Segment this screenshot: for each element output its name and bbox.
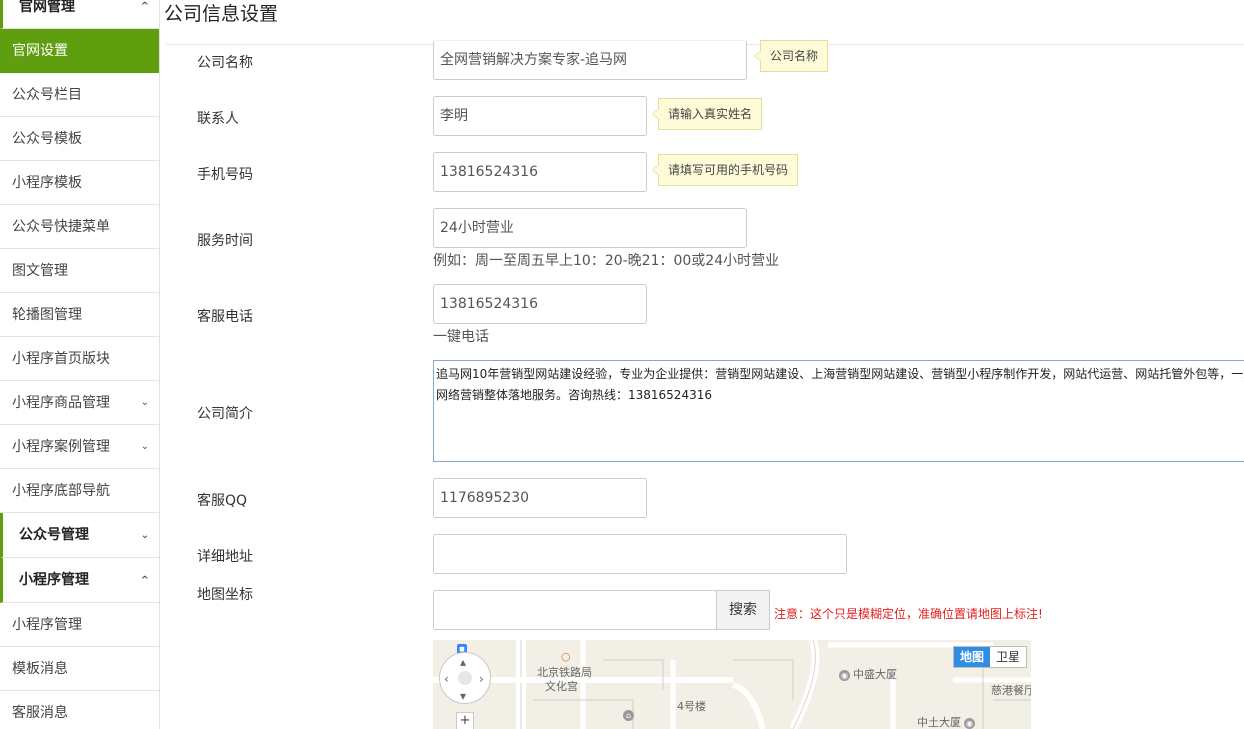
service-time-hint: 例如：周一至周五早上10：20-晚21：00或24小时营业 — [433, 253, 780, 269]
chevron-down-icon: ⌄ — [140, 530, 149, 541]
main-content: 公司信息设置 公司名称 全网营销解决方案专家-追马网 公司名称 联系人 李明 请… — [160, 0, 1244, 729]
sidebar-item-label: 客服消息 — [12, 705, 68, 721]
company-name-tip: 公司名称 — [753, 40, 829, 72]
sidebar-item-label: 小程序底部导航 — [12, 483, 110, 499]
map-note: 注意：这个只是模糊定位，准确位置请地图上标注! — [774, 607, 1043, 621]
address-label: 详细地址 — [197, 549, 253, 565]
home-icon: ⌂ — [623, 708, 637, 721]
service-phone-label: 客服电话 — [197, 309, 253, 325]
sidebar-group-label: 小程序管理 — [19, 572, 89, 588]
qq-label: 客服QQ — [197, 493, 248, 509]
map-label-zhongtu: 中土大厦 ◉ — [917, 714, 978, 729]
map-label-text: 中盛大厦 — [853, 668, 897, 681]
sidebar-item-label: 公众号快捷菜单 — [12, 219, 110, 235]
sidebar-item-official-columns[interactable]: 公众号栏目 — [0, 73, 159, 117]
map-center-icon — [458, 671, 472, 685]
sidebar-item-products[interactable]: 小程序商品管理 ⌄ — [0, 381, 159, 425]
contact-tip: 请输入真实姓名 — [651, 98, 763, 130]
map-label-restaurant: 慈港餐厅 — [991, 684, 1031, 697]
arrow-down-icon: ▾ — [460, 689, 467, 703]
sidebar-item-mini-templates[interactable]: 小程序模板 — [0, 161, 159, 205]
service-time-input[interactable]: 24小时营业 — [433, 208, 747, 248]
sidebar-item-label: 公众号模板 — [12, 131, 82, 147]
service-phone-input[interactable]: 13816524316 — [433, 284, 647, 324]
sidebar-item-official-templates[interactable]: 公众号模板 — [0, 117, 159, 161]
sidebar-group-website[interactable]: 官网管理 ^ — [0, 0, 159, 29]
intro-label: 公司简介 — [197, 406, 253, 422]
mobile-input[interactable]: 13816524316 — [433, 152, 647, 192]
map-label-culture-palace: 文化宫 — [545, 680, 578, 693]
sidebar-item-service-messages[interactable]: 客服消息 — [0, 691, 159, 729]
sidebar-item-mini-manage[interactable]: 小程序管理 — [0, 603, 159, 647]
arrow-left-icon: ‹ — [444, 672, 449, 686]
map-type-satellite-button[interactable]: 卫星 — [990, 647, 1026, 667]
mobile-tip: 请填写可用的手机号码 — [651, 154, 799, 186]
page-title: 公司信息设置 — [164, 3, 279, 25]
sidebar-item-label: 公众号栏目 — [12, 87, 82, 103]
sidebar-item-home-blocks[interactable]: 小程序首页版块 — [0, 337, 159, 381]
contact-input[interactable]: 李明 — [433, 96, 647, 136]
map-zoom-in-button[interactable]: + — [456, 712, 474, 729]
map-type-switch: 地图 卫星 — [952, 646, 1027, 668]
arrow-right-icon: › — [479, 672, 484, 686]
service-phone-hint: 一键电话 — [433, 329, 489, 345]
chevron-up-icon: ^ — [140, 575, 149, 586]
map-pan-control[interactable]: ▴ ▾ ‹ › — [439, 652, 491, 704]
map-view[interactable]: ◼ ▴ ▾ ‹ › + ○ 北京铁路局 文化宫 ◉ 中盛大厦 4号楼 ⌂ 中土大厦… — [433, 640, 1031, 729]
address-input[interactable] — [433, 534, 847, 574]
sidebar-item-label: 小程序管理 — [12, 617, 82, 633]
contact-label: 联系人 — [197, 111, 239, 127]
sidebar: 官网管理 ^ 官网设置 公众号栏目 公众号模板 小程序模板 公众号快捷菜单 图文… — [0, 0, 160, 729]
sidebar-item-bottom-nav[interactable]: 小程序底部导航 — [0, 469, 159, 513]
arrow-up-icon: ▴ — [460, 655, 467, 669]
intro-line-1: 追马网10年营销型网站建设经验，专业为企业提供：营销型网站建设、上海营销型网站建… — [436, 367, 1244, 381]
sidebar-item-label: 官网设置 — [12, 43, 68, 59]
map-label-text: 中土大厦 — [917, 716, 961, 729]
sidebar-item-template-messages[interactable]: 模板消息 — [0, 647, 159, 691]
sidebar-item-articles[interactable]: 图文管理 — [0, 249, 159, 293]
map-search-button[interactable]: 搜索 — [716, 590, 770, 630]
chevron-down-icon: ⌄ — [140, 441, 149, 452]
service-time-label: 服务时间 — [197, 233, 253, 249]
sidebar-item-quick-menu[interactable]: 公众号快捷菜单 — [0, 205, 159, 249]
map-label-building4: 4号楼 — [677, 700, 706, 713]
sidebar-item-label: 小程序首页版块 — [12, 351, 110, 367]
map-label-zhongsheng: ◉ 中盛大厦 — [839, 666, 897, 682]
sidebar-item-label: 小程序案例管理 — [12, 439, 110, 455]
sidebar-item-label: 轮播图管理 — [12, 307, 82, 323]
sidebar-group-label: 官网管理 — [19, 0, 75, 15]
building-icon: ◉ — [964, 717, 975, 729]
sidebar-item-label: 模板消息 — [12, 661, 68, 677]
building-icon: ◉ — [839, 669, 850, 681]
map-search-input[interactable] — [433, 590, 717, 630]
company-name-input[interactable]: 全网营销解决方案专家-追马网 — [433, 40, 747, 80]
sidebar-item-carousel[interactable]: 轮播图管理 — [0, 293, 159, 337]
map-coord-label: 地图坐标 — [197, 587, 253, 603]
map-type-map-button[interactable]: 地图 — [953, 647, 990, 667]
chevron-up-icon: ^ — [140, 1, 149, 12]
mobile-label: 手机号码 — [197, 167, 253, 183]
sidebar-item-website-settings[interactable]: 官网设置 — [0, 29, 159, 73]
intro-textarea[interactable]: 追马网10年营销型网站建设经验，专业为企业提供：营销型网站建设、上海营销型网站建… — [433, 360, 1244, 462]
qq-input[interactable]: 1176895230 — [433, 478, 647, 518]
sidebar-group-mini[interactable]: 小程序管理 ^ — [0, 558, 159, 603]
sidebar-item-label: 小程序商品管理 — [12, 395, 110, 411]
company-name-label: 公司名称 — [197, 55, 253, 71]
sidebar-item-cases[interactable]: 小程序案例管理 ⌄ — [0, 425, 159, 469]
sidebar-group-label: 公众号管理 — [19, 527, 89, 543]
sidebar-group-official[interactable]: 公众号管理 ⌄ — [0, 513, 159, 558]
poi-dot-icon: ○ — [561, 650, 571, 663]
sidebar-item-label: 图文管理 — [12, 263, 68, 279]
sidebar-item-label: 小程序模板 — [12, 175, 82, 191]
chevron-down-icon: ⌄ — [140, 397, 149, 408]
intro-line-2: 网络营销整体落地服务。咨询热线：13816524316 — [436, 388, 712, 402]
